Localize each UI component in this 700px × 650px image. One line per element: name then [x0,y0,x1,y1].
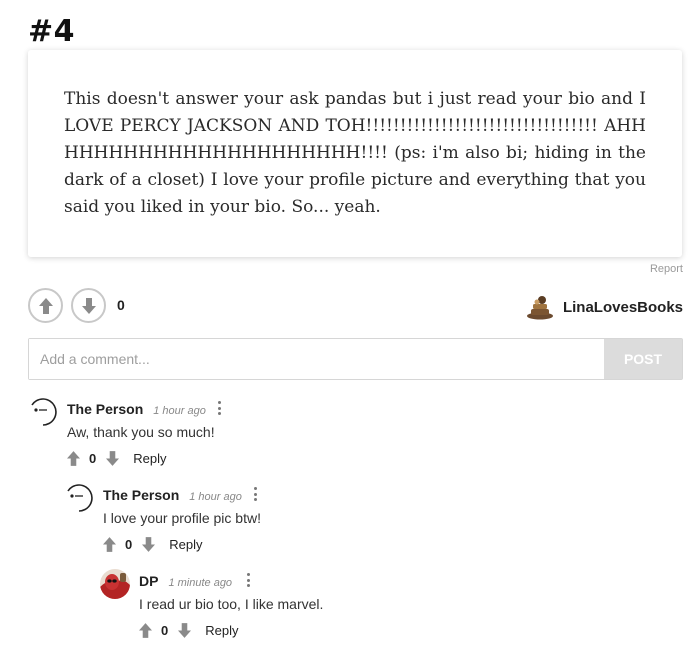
comment-actions: 0 Reply [103,536,202,552]
comment-text: I read ur bio too, I like marvel. [139,596,324,612]
reply-button[interactable]: Reply [169,537,202,552]
upvote-button[interactable] [28,288,63,323]
comment-vote-count: 0 [125,536,133,552]
comment: DP 1 minute ago I read ur bio too, I lik… [100,569,678,641]
comment-header: DP 1 minute ago [139,573,232,589]
comment: The Person 1 hour ago I love your profil… [64,483,678,555]
comment-author[interactable]: The Person [103,487,179,503]
comment-actions: 0 Reply [67,450,166,466]
comment-time: 1 minute ago [168,577,233,589]
downvote-button[interactable] [71,288,106,323]
post-vote-count: 0 [117,297,125,313]
author-avatar [526,296,553,320]
comment-vote-count: 0 [89,450,97,466]
arrow-down-icon[interactable] [106,450,120,466]
user-avatar [67,484,93,512]
arrow-up-icon[interactable] [139,622,152,638]
arrow-down-icon [81,297,96,314]
comment-text: I love your profile pic btw! [103,510,261,526]
author-name: LinaLovesBooks [562,298,683,316]
post-number: #4 [28,14,76,49]
user-avatar [100,569,130,599]
comment-time: 1 hour ago [153,405,206,417]
comment-header: The Person 1 hour ago [103,487,242,503]
arrow-down-icon[interactable] [178,622,192,638]
comment: The Person 1 hour ago Aw, thank you so m… [28,397,678,469]
comment-header: The Person 1 hour ago [67,401,206,417]
comment-author[interactable]: DP [139,573,158,589]
more-vertical-icon[interactable] [254,487,258,501]
comment-author[interactable]: The Person [67,401,143,417]
arrow-up-icon[interactable] [67,450,80,466]
more-vertical-icon[interactable] [218,401,222,415]
post-body: This doesn't answer your ask pandas but … [64,89,646,217]
post-author[interactable]: LinaLovesBooks [526,292,683,322]
comment-form: POST [28,338,683,380]
report-link[interactable]: Report [650,263,683,275]
arrow-up-icon[interactable] [103,536,116,552]
arrow-down-icon[interactable] [142,536,156,552]
comment-vote-count: 0 [161,622,169,638]
post-comment-button[interactable]: POST [604,339,682,379]
comment-actions: 0 Reply [139,622,238,638]
comment-text: Aw, thank you so much! [67,424,215,440]
reply-button[interactable]: Reply [205,623,238,638]
post-vote-bar: 0 LinaLovesBooks [28,288,683,324]
arrow-up-icon [38,297,53,314]
comment-input[interactable] [29,339,604,379]
post-card: This doesn't answer your ask pandas but … [28,50,682,257]
comment-time: 1 hour ago [189,491,242,503]
user-avatar [31,398,57,426]
reply-button[interactable]: Reply [133,451,166,466]
more-vertical-icon[interactable] [247,573,251,587]
